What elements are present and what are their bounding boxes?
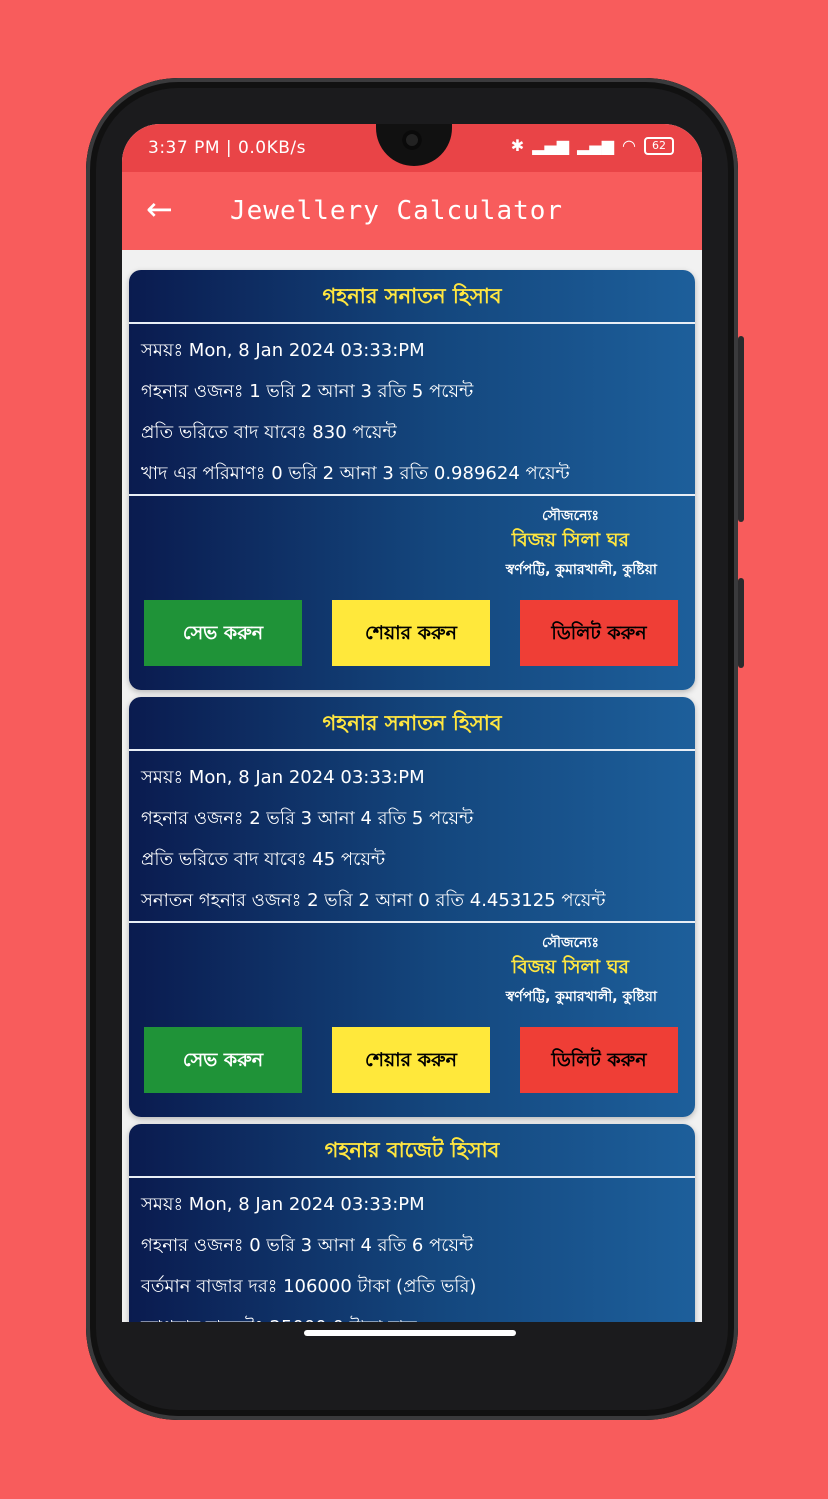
detail-row: প্রতি ভরিতে বাদ যাবেঃ 830 পয়েন্ট xyxy=(141,422,397,443)
card-actions: সেভ করুন শেয়ার করুন ডিলিট করুন xyxy=(129,1027,695,1117)
courtesy-block: সৌজন্যেঃ বিজয় সিলা ঘর স্বর্ণপট্টি, কুমা… xyxy=(129,496,695,600)
detail-row: গহনার ওজনঃ 2 ভরি 3 আনা 4 রতি 5 পয়েন্ট xyxy=(141,808,474,829)
card-details: সময়ঃ Mon, 8 Jan 2024 03:33:PM গহনার ওজন… xyxy=(129,751,695,923)
bluetooth-icon: ✱ xyxy=(510,136,525,155)
screen: 3:37 PM | 0.0KB/s ✱ ▂▄▆ ▂▄▆ ◠ 62 ← Jewel… xyxy=(122,124,702,1322)
detail-row: গহনার ওজনঃ 1 ভরি 2 আনা 3 রতি 5 পয়েন্ট xyxy=(141,381,474,402)
card-title: গহনার সনাতন হিসাব xyxy=(129,270,695,324)
shop-address: স্বর্ণপট্টি, কুমারখালী, কুষ্টিয়া xyxy=(505,562,657,578)
save-button[interactable]: সেভ করুন xyxy=(144,600,302,666)
battery-icon: 62 xyxy=(644,136,674,155)
card-actions: সেভ করুন শেয়ার করুন ডিলিট করুন xyxy=(129,600,695,690)
delete-button[interactable]: ডিলিট করুন xyxy=(520,600,678,666)
detail-row: সনাতন গহনার ওজনঃ 2 ভরি 2 আনা 0 রতি 4.453… xyxy=(141,890,606,911)
signal-icon: ▂▄▆ xyxy=(532,136,570,155)
history-card: গহনার সনাতন হিসাব সময়ঃ Mon, 8 Jan 2024 … xyxy=(129,697,695,1117)
detail-row: খাদ এর পরিমাণঃ 0 ভরি 2 আনা 3 রতি 0.98962… xyxy=(141,463,570,484)
status-icons: ✱ ▂▄▆ ▂▄▆ ◠ 62 xyxy=(511,136,674,155)
card-title: গহনার বাজেট হিসাব xyxy=(129,1124,695,1178)
detail-row: সময়ঃ Mon, 8 Jan 2024 03:33:PM xyxy=(141,767,425,788)
card-title: গহনার সনাতন হিসাব xyxy=(129,697,695,751)
detail-row: আপনার বাজেটঃ 25000.0 টাকা মাত্র xyxy=(141,1307,683,1322)
history-card: গহনার বাজেট হিসাব সময়ঃ Mon, 8 Jan 2024 … xyxy=(129,1124,695,1322)
shop-name: বিজয় সিলা ঘর xyxy=(511,529,629,551)
wifi-icon: ◠ xyxy=(622,136,636,155)
detail-row: গহনার ওজনঃ 0 ভরি 3 আনা 4 রতি 6 পয়েন্ট xyxy=(141,1235,474,1256)
back-arrow-icon[interactable]: ← xyxy=(146,190,173,228)
courtesy-label: সৌজন্যেঃ xyxy=(542,935,599,951)
status-time: 3:37 PM | 0.0KB/s xyxy=(148,138,306,158)
navigation-area xyxy=(122,1322,702,1352)
shop-address: স্বর্ণপট্টি, কুমারখালী, কুষ্টিয়া xyxy=(505,989,657,1005)
detail-row: সময়ঃ Mon, 8 Jan 2024 03:33:PM xyxy=(141,1194,425,1215)
signal-icon-2: ▂▄▆ xyxy=(577,136,615,155)
app-bar: ← Jewellery Calculator xyxy=(122,172,702,250)
share-button[interactable]: শেয়ার করুন xyxy=(332,1027,490,1093)
detail-row: সময়ঃ Mon, 8 Jan 2024 03:33:PM xyxy=(141,340,425,361)
detail-row: প্রতি ভরিতে বাদ যাবেঃ 45 পয়েন্ট xyxy=(141,849,386,870)
volume-button xyxy=(738,578,744,668)
history-card: গহনার সনাতন হিসাব সময়ঃ Mon, 8 Jan 2024 … xyxy=(129,270,695,690)
camera xyxy=(402,130,422,150)
power-button xyxy=(738,336,744,522)
shop-name: বিজয় সিলা ঘর xyxy=(511,956,629,978)
history-list[interactable]: গহনার সনাতন হিসাব সময়ঃ Mon, 8 Jan 2024 … xyxy=(122,250,702,1322)
share-button[interactable]: শেয়ার করুন xyxy=(332,600,490,666)
card-details: সময়ঃ Mon, 8 Jan 2024 03:33:PM গহনার ওজন… xyxy=(129,1178,695,1322)
app-title: Jewellery Calculator xyxy=(230,196,564,226)
delete-button[interactable]: ডিলিট করুন xyxy=(520,1027,678,1093)
save-button[interactable]: সেভ করুন xyxy=(144,1027,302,1093)
courtesy-block: সৌজন্যেঃ বিজয় সিলা ঘর স্বর্ণপট্টি, কুমা… xyxy=(129,923,695,1027)
card-details: সময়ঃ Mon, 8 Jan 2024 03:33:PM গহনার ওজন… xyxy=(129,324,695,496)
home-indicator[interactable] xyxy=(304,1330,516,1336)
courtesy-label: সৌজন্যেঃ xyxy=(542,508,599,524)
detail-row: বর্তমান বাজার দরঃ 106000 টাকা (প্রতি ভরি… xyxy=(141,1276,477,1297)
